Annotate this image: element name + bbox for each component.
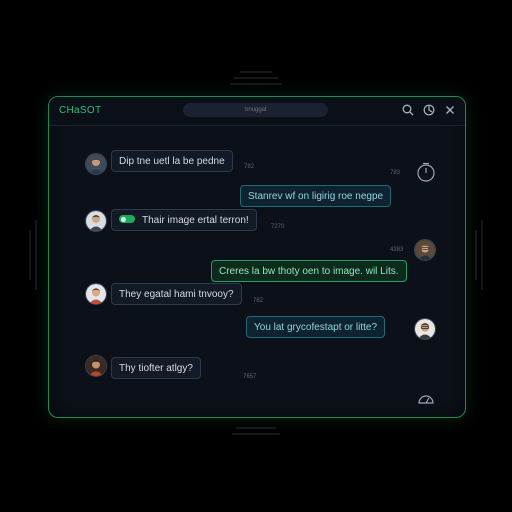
- message-timestamp: 4383: [390, 247, 404, 253]
- avatar[interactable]: [85, 283, 107, 305]
- message-timestamp: 783: [390, 170, 401, 176]
- message-timestamp: 782: [244, 164, 255, 170]
- message-bubble: Dip tne uetl la be pedne: [111, 150, 233, 172]
- app-title: CHaSOT: [59, 105, 102, 116]
- chat-window: CHaSOT Snuggat Dip tne uetl la be pedne …: [48, 96, 466, 418]
- title-bar: CHaSOT: [49, 97, 465, 126]
- gauge-icon[interactable]: [417, 391, 435, 410]
- message-bubble: Thair image ertal terron!: [111, 209, 257, 231]
- message-bubble: Stanrev wf on ligirig roe negpe: [240, 185, 392, 207]
- message-text: Thair image ertal terron!: [142, 215, 249, 226]
- timer-icon[interactable]: [415, 161, 437, 188]
- search-input[interactable]: [183, 103, 328, 117]
- message-bubble: Thy tiofter atlgy?: [111, 357, 201, 379]
- settings-icon[interactable]: [422, 103, 436, 117]
- message-timestamp: 782: [253, 298, 264, 304]
- stage: CHaSOT Snuggat Dip tne uetl la be pedne …: [0, 0, 512, 512]
- close-icon[interactable]: [443, 103, 457, 117]
- message-timestamp: 7270: [271, 224, 285, 230]
- message-bubble: You lat grycofestapt or litte?: [246, 316, 386, 338]
- message-timestamp: 7657: [243, 374, 257, 380]
- avatar[interactable]: [414, 239, 436, 261]
- avatar[interactable]: [85, 210, 107, 232]
- avatar[interactable]: [414, 318, 436, 340]
- toggle-switch[interactable]: [119, 215, 135, 224]
- avatar[interactable]: [85, 355, 107, 377]
- avatar[interactable]: [85, 153, 107, 175]
- search-icon[interactable]: [401, 103, 415, 117]
- message-bubble: They egatal hami tnvooy?: [111, 283, 242, 305]
- message-bubble: Creres la bw thoty oen to image. wil Lit…: [211, 260, 407, 282]
